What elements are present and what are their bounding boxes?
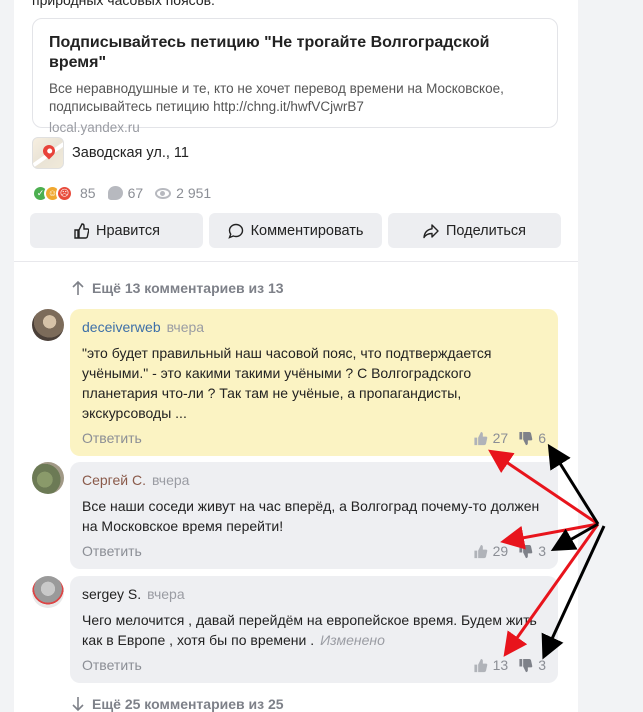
comment-bubble-icon: [107, 186, 123, 200]
share-icon: [423, 223, 439, 238]
upvote-button[interactable]: 13: [473, 657, 509, 673]
comment-item: deceiverweb вчера "это будет правильный н…: [70, 309, 558, 456]
post-text-tail: природных часовых поясов.: [32, 0, 215, 8]
link-preview-card[interactable]: Подписывайтесь петицию "Не трогайте Волг…: [32, 18, 558, 135]
reactions-count: 85: [80, 185, 96, 201]
comment-footer: Ответить 13 3: [82, 655, 546, 675]
comment-footer: Ответить 29 3: [82, 541, 546, 561]
divider: [14, 261, 578, 262]
downvote-count: 3: [538, 657, 546, 673]
comment-text-content: Чего мелочится , давай перейдём на европ…: [82, 612, 537, 648]
comment-footer: Ответить 27 6: [82, 428, 546, 448]
post-stats: ✓ ☺ ☹ 85 67 2 951: [32, 182, 211, 204]
angry-reaction-icon: ☹: [56, 184, 73, 202]
comment-text: Все наши соседи живут на час вперёд, а В…: [82, 498, 540, 534]
comments-stat[interactable]: 67: [107, 185, 144, 201]
downvote-button[interactable]: 3: [518, 657, 546, 673]
link-domain: local.yandex.ru: [49, 120, 140, 135]
downvote-count: 6: [538, 430, 546, 446]
thumbs-up-icon: [474, 544, 487, 558]
share-button[interactable]: Поделиться: [388, 213, 561, 248]
comment-item: Сергей С. вчера Все наши соседи живут на …: [70, 462, 558, 569]
views-count: 2 951: [176, 185, 212, 201]
comment-text: Чего мелочится , давай перейдём на европ…: [82, 610, 546, 650]
post-actions: Нравится Комментировать Поделиться: [30, 213, 561, 248]
thumbs-up-icon: [74, 222, 89, 239]
comment-author[interactable]: deceiverweb: [82, 319, 161, 335]
thumbs-down-icon: [519, 658, 533, 672]
reply-button[interactable]: Ответить: [82, 430, 463, 446]
comment-icon: [227, 223, 243, 239]
upvote-button[interactable]: 29: [473, 543, 509, 559]
comment-button-label: Комментировать: [250, 222, 364, 239]
thumbs-up-icon: [474, 658, 487, 672]
load-more-bottom[interactable]: Ещё 25 комментариев из 25: [72, 693, 284, 712]
load-more-bottom-label: Ещё 25 комментариев из 25: [92, 696, 284, 712]
map-pin-icon: [32, 137, 64, 169]
comment-button[interactable]: Комментировать: [209, 213, 382, 248]
avatar[interactable]: [32, 576, 64, 608]
load-more-top[interactable]: Ещё 13 комментариев из 13: [72, 277, 284, 299]
comment-author[interactable]: sergey S.: [82, 586, 141, 602]
share-button-label: Поделиться: [445, 222, 527, 239]
reactions-group[interactable]: ✓ ☺ ☹: [32, 184, 73, 202]
eye-icon: [155, 187, 172, 199]
place-address[interactable]: Заводская ул., 11: [72, 145, 189, 161]
upvote-count: 29: [492, 543, 509, 559]
views-stat: 2 951: [155, 185, 211, 201]
thumbs-down-icon: [519, 544, 533, 558]
thumbs-up-icon: [474, 431, 487, 445]
downvote-button[interactable]: 3: [518, 543, 546, 559]
comment-time: вчера: [147, 586, 185, 602]
like-button-label: Нравится: [96, 222, 160, 239]
link-description: Все неравнодушные и те, кто не хочет пер…: [49, 81, 504, 114]
comment-author[interactable]: Сергей С.: [82, 472, 146, 488]
place-tag[interactable]: Заводская ул., 11: [32, 137, 189, 169]
comment-item: sergey S. вчера Чего мелочится , давай пе…: [70, 576, 558, 683]
upvote-button[interactable]: 27: [473, 430, 509, 446]
upvote-count: 13: [492, 657, 509, 673]
reply-button[interactable]: Ответить: [82, 543, 463, 559]
arrow-down-icon: [72, 697, 84, 712]
avatar[interactable]: [32, 309, 64, 341]
comment-text: "это будет правильный наш часовой пояс, …: [82, 345, 492, 421]
like-button[interactable]: Нравится: [30, 213, 203, 248]
edited-label: Изменено: [320, 632, 385, 648]
load-more-top-label: Ещё 13 комментариев из 13: [92, 280, 284, 296]
comment-header: sergey S. вчера: [82, 584, 546, 604]
comment-time: вчера: [151, 472, 190, 488]
thumbs-down-icon: [519, 431, 533, 445]
comment-header: deceiverweb вчера: [82, 317, 546, 337]
upvote-count: 27: [492, 430, 509, 446]
reply-button[interactable]: Ответить: [82, 657, 463, 673]
downvote-button[interactable]: 6: [518, 430, 546, 446]
downvote-count: 3: [538, 543, 546, 559]
comments-count: 67: [127, 185, 144, 201]
comment-time: вчера: [166, 319, 205, 335]
avatar[interactable]: [32, 462, 64, 494]
arrow-up-icon: [72, 280, 84, 295]
link-title[interactable]: Подписывайтесь петицию "Не трогайте Волг…: [49, 33, 541, 73]
comment-header: Сергей С. вчера: [82, 470, 546, 490]
post-card: природных часовых поясов. Подписывайтесь…: [14, 0, 578, 712]
